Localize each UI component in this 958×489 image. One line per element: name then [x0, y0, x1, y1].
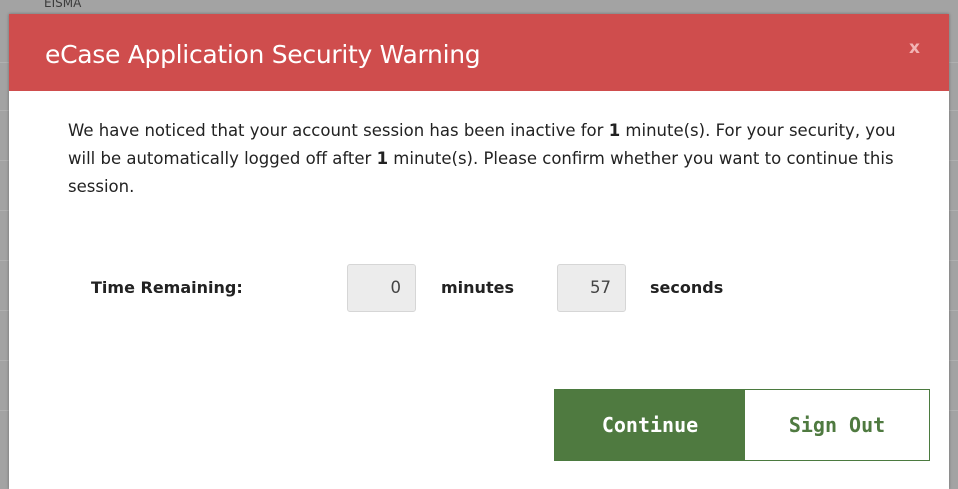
sign-out-button[interactable]: Sign Out: [745, 390, 929, 460]
dialog-actions: Continue Sign Out: [554, 389, 930, 461]
seconds-remaining-field: 57: [557, 264, 626, 312]
security-warning-dialog: eCase Application Security Warning x We …: [9, 14, 949, 489]
minutes-unit-label: minutes: [441, 278, 514, 297]
message-text: We have noticed that your account sessio…: [68, 121, 609, 140]
time-remaining-row: Time Remaining: 0 minutes 57 seconds: [9, 264, 949, 314]
minutes-remaining-field: 0: [347, 264, 416, 312]
time-remaining-label: Time Remaining:: [91, 278, 243, 297]
background-label: EISMA: [44, 0, 82, 10]
dialog-header: eCase Application Security Warning x: [9, 14, 949, 91]
close-button[interactable]: x: [909, 38, 920, 58]
dialog-message: We have noticed that your account sessio…: [68, 117, 918, 201]
seconds-unit-label: seconds: [650, 278, 724, 297]
logoff-minutes-value: 1: [376, 149, 389, 168]
dialog-title: eCase Application Security Warning: [45, 40, 481, 69]
inactive-minutes-value: 1: [608, 121, 621, 140]
continue-button[interactable]: Continue: [555, 390, 745, 460]
